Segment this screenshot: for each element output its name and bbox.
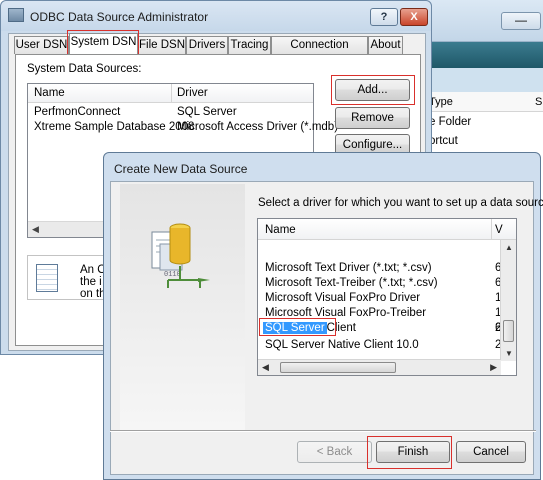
scroll-up-arrow-icon[interactable]: ▲ (505, 243, 513, 252)
background-column-header: Type Si (421, 92, 543, 112)
scroll-right-arrow-icon[interactable]: ▶ (490, 362, 497, 373)
background-minimize-button[interactable]: — (501, 12, 541, 30)
help-button[interactable]: ? (370, 8, 398, 26)
background-row[interactable]: ortcut (429, 135, 458, 147)
horizontal-scroll-thumb[interactable] (280, 362, 396, 373)
data-source-name: Xtreme Sample Database 2008 (34, 121, 195, 133)
column-name[interactable]: Name (34, 87, 65, 99)
data-source-driver: SQL Server (177, 106, 237, 118)
tab-tracing[interactable]: Tracing (228, 36, 271, 54)
driver-list-vscrollbar[interactable]: ▲ ▼ (500, 240, 516, 361)
remove-button[interactable]: Remove (335, 107, 410, 129)
driver-prompt-text: Select a driver for which you want to se… (258, 197, 543, 209)
driver-list-hscrollbar[interactable]: ◀ ▶ (258, 359, 501, 375)
background-toolbar (421, 42, 543, 68)
tab-connection-pooling[interactable]: Connection Pooling (271, 36, 368, 67)
driver-row[interactable]: Microsoft Text Driver (*.txt; *.csv) 6 (258, 261, 501, 276)
data-source-driver: Microsoft Access Driver (*.mdb) (177, 121, 339, 133)
scroll-left-arrow-icon[interactable]: ◀ (32, 224, 39, 235)
odbc-titlebar: ODBC Data Source Administrator ? X (1, 1, 431, 31)
column-separator[interactable] (491, 219, 492, 240)
data-sources-header: Name Driver (28, 84, 313, 103)
vertical-scroll-thumb[interactable] (503, 320, 514, 342)
system-data-sources-label: System Data Sources: (27, 63, 142, 75)
cancel-button[interactable]: Cancel (456, 441, 526, 463)
driver-name: Microsoft Text-Treiber (*.txt; *.csv) (265, 277, 438, 289)
odbc-info-icon (36, 264, 58, 292)
driver-name: SQL Server Native Client 10.0 (265, 339, 419, 351)
driver-name: Microsoft Visual FoxPro Driver (265, 292, 421, 304)
driver-row[interactable]: Microsoft Visual FoxPro Driver 1 (258, 291, 501, 306)
svg-text:0110: 0110 (164, 271, 181, 279)
tab-user-dsn[interactable]: User DSN (14, 36, 69, 54)
odbc-window-title: ODBC Data Source Administrator (30, 10, 209, 24)
driver-row-selected[interactable]: SQL Server 6 (258, 320, 501, 335)
data-source-name: PerfmonConnect (34, 106, 121, 118)
scroll-down-arrow-icon[interactable]: ▼ (505, 349, 513, 358)
driver-name: SQL Server (263, 322, 327, 334)
info-panel: An O the i on th (27, 255, 112, 300)
database-wizard-icon: 0110 (151, 223, 210, 288)
driver-row[interactable]: Microsoft Visual FoxPro-Treiber 1 (258, 306, 501, 321)
background-titlebar: — (421, 0, 543, 42)
driver-row[interactable]: Microsoft Text-Treiber (*.txt; *.csv) 6 (258, 276, 501, 291)
back-button[interactable]: < Back (297, 441, 372, 463)
tab-about[interactable]: About (368, 36, 403, 54)
tab-drivers[interactable]: Drivers (186, 36, 228, 54)
close-button[interactable]: X (400, 8, 428, 26)
wizard-graphic-panel: 0110 (120, 184, 245, 430)
scroll-left-arrow-icon[interactable]: ◀ (262, 362, 269, 373)
dialog-divider (110, 430, 536, 431)
column-name[interactable]: Name (265, 224, 296, 236)
column-type[interactable]: Type (429, 96, 453, 108)
background-row[interactable]: e Folder (429, 116, 471, 128)
column-size[interactable]: Si (535, 96, 543, 108)
odbc-app-icon (8, 8, 24, 22)
dialog-title: Create New Data Source (114, 162, 248, 176)
driver-list[interactable]: Name V Microsoft Text Driver (*.txt; *.c… (257, 218, 517, 376)
tab-file-dsn[interactable]: File DSN (138, 36, 186, 54)
finish-button[interactable]: Finish (376, 441, 450, 463)
column-driver[interactable]: Driver (177, 87, 208, 99)
driver-row[interactable]: SQL Server Native Client 10.0 2 (258, 338, 501, 353)
add-button[interactable]: Add... (335, 79, 410, 101)
column-version[interactable]: V (495, 224, 503, 236)
driver-name: Microsoft Visual FoxPro-Treiber (265, 307, 427, 319)
driver-list-header: Name V (258, 219, 516, 240)
column-separator[interactable] (171, 84, 172, 103)
driver-name: Microsoft Text Driver (*.txt; *.csv) (265, 262, 432, 274)
tab-system-dsn[interactable]: System DSN (69, 33, 138, 54)
